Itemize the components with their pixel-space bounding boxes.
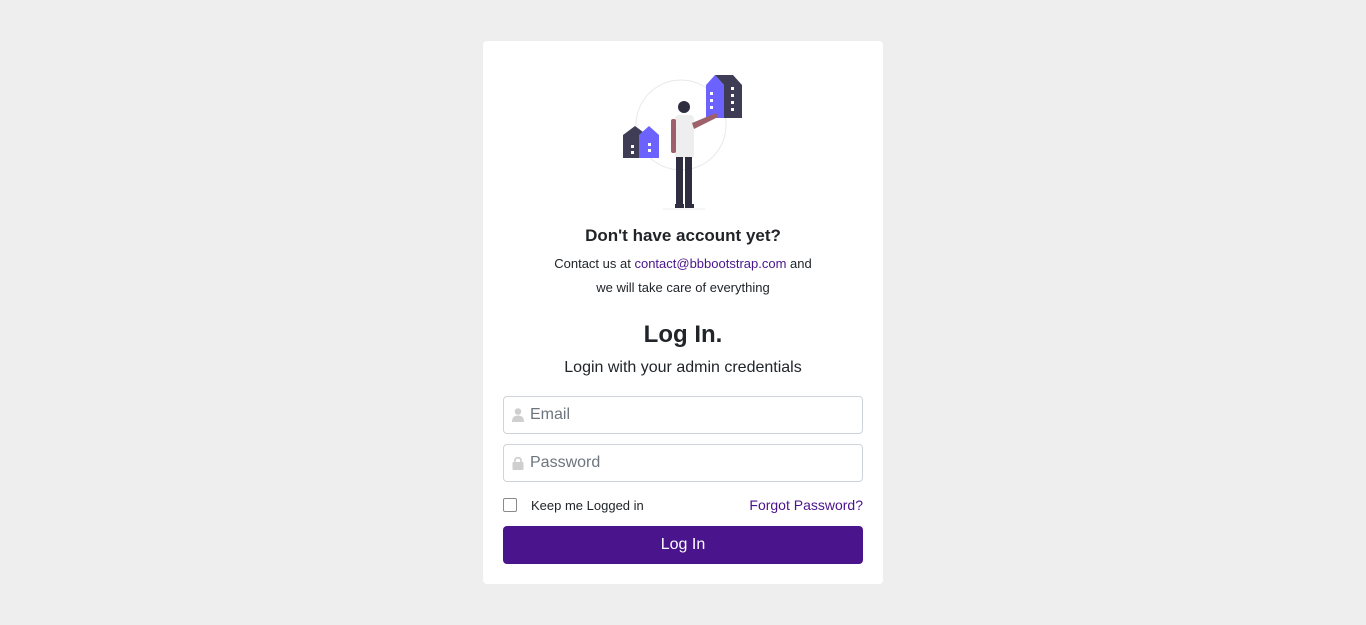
email-input[interactable]: [530, 397, 860, 433]
login-subtitle: Login with your admin credentials: [564, 359, 802, 376]
signup-heading: Don't have account yet?: [585, 226, 781, 245]
email-field: [503, 396, 863, 434]
signup-contact-text: Contact us at contact@bbbootstrap.com an…: [483, 252, 883, 300]
lock-icon: [512, 456, 524, 470]
contact-text-before: Contact us at: [554, 256, 631, 271]
password-field: [503, 444, 863, 482]
remember-me[interactable]: Keep me Logged in: [503, 496, 644, 514]
contact-email-link[interactable]: contact@bbbootstrap.com: [634, 256, 786, 271]
login-card: Don't have account yet? Contact us at co…: [483, 41, 883, 584]
contact-text-after: and: [790, 256, 812, 271]
password-input[interactable]: [530, 445, 860, 481]
remember-me-label[interactable]: Keep me Logged in: [531, 498, 644, 513]
house-illustration: [623, 75, 742, 210]
remember-me-checkbox[interactable]: [503, 498, 517, 512]
login-button[interactable]: Log In: [503, 526, 863, 564]
contact-text-line2: we will take care of everything: [596, 280, 770, 295]
forgot-password-link[interactable]: Forgot Password?: [749, 497, 863, 513]
login-title: Log In.: [643, 321, 723, 348]
user-icon: [512, 408, 524, 422]
